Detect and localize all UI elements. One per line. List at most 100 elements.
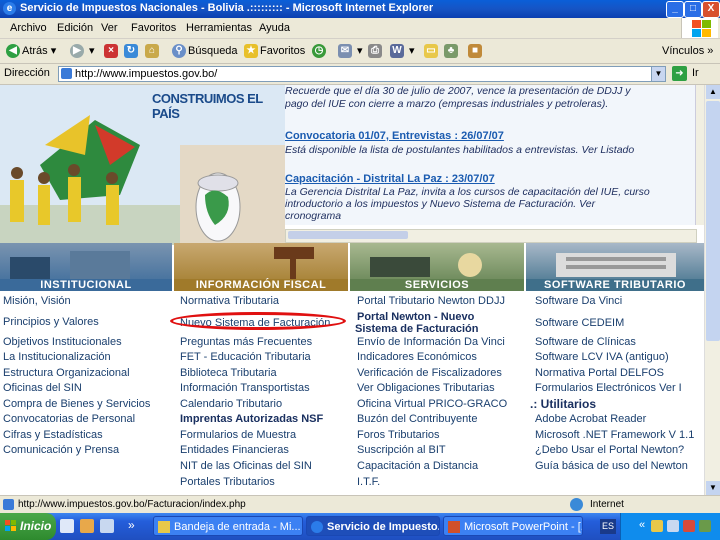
link-item[interactable]: Microsoft .NET Framework V 1.1 bbox=[535, 429, 694, 441]
scroll-thumb[interactable] bbox=[288, 231, 408, 239]
link-item[interactable]: Compra de Bienes y Servicios bbox=[3, 398, 150, 410]
scroll-thumb[interactable] bbox=[706, 101, 720, 341]
link-item[interactable]: Preguntas más Frecuentes bbox=[180, 336, 312, 348]
show-desktop-icon[interactable] bbox=[60, 519, 74, 533]
link-item[interactable]: Adobe Acrobat Reader bbox=[535, 413, 646, 425]
search-button[interactable]: ⚲ Búsqueda bbox=[172, 43, 238, 59]
link-item[interactable]: FET - Educación Tributaria bbox=[180, 351, 311, 363]
link-item[interactable]: Calendario Tributario bbox=[180, 398, 282, 410]
tray-icon-app[interactable] bbox=[699, 520, 711, 532]
history-button[interactable]: ◷ bbox=[312, 43, 328, 59]
link-item[interactable]: Sistema de Facturación bbox=[355, 323, 479, 335]
forward-button[interactable]: ▶ ▾ bbox=[70, 43, 95, 59]
link-item[interactable]: Capacitación a Distancia bbox=[357, 460, 478, 472]
tray-icon-network[interactable] bbox=[651, 520, 663, 532]
link-item[interactable]: Verificación de Fiscalizadores bbox=[357, 367, 502, 379]
link-item[interactable]: Software CEDEIM bbox=[535, 317, 624, 329]
close-button[interactable]: X bbox=[702, 1, 720, 18]
link-item[interactable]: Suscripción al BIT bbox=[357, 444, 446, 456]
quicklaunch-mail-icon[interactable] bbox=[100, 519, 114, 533]
link-item[interactable]: Imprentas Autorizadas NSF bbox=[180, 413, 323, 425]
research-icon: ■ bbox=[468, 44, 482, 59]
toolbar: ◀ Atrás ▾ ▶ ▾ × ↻ ⌂ ⚲ Búsqueda ★ Favoritos … bbox=[0, 39, 720, 64]
link-item[interactable]: Oficina Virtual PRICO-GRACO bbox=[357, 398, 507, 410]
link-item[interactable]: Formularios Electrónicos Ver I bbox=[535, 382, 682, 394]
link-item[interactable]: I.T.F. bbox=[357, 476, 380, 488]
back-button[interactable]: ◀ Atrás ▾ bbox=[6, 43, 56, 59]
refresh-button[interactable]: ↻ bbox=[124, 43, 140, 59]
link-item[interactable]: Software Da Vinci bbox=[535, 295, 622, 307]
link-item[interactable]: Buzón del Contribuyente bbox=[357, 413, 477, 425]
scroll-down-icon[interactable]: ▼ bbox=[706, 481, 720, 495]
link-item[interactable]: Oficinas del SIN bbox=[3, 382, 82, 394]
link-item[interactable]: La Institucionalización bbox=[3, 351, 111, 363]
start-button[interactable]: Inicio bbox=[0, 513, 56, 540]
link-item[interactable]: Portal Newton - Nuevo bbox=[357, 311, 474, 323]
link-item[interactable]: Portales Tributarios bbox=[180, 476, 275, 488]
link-item[interactable]: Foros Tributarios bbox=[357, 429, 440, 441]
minimize-button[interactable]: _ bbox=[666, 1, 684, 18]
link-item[interactable]: NIT de las Oficinas del SIN bbox=[180, 460, 312, 472]
menu-edicion[interactable]: Edición bbox=[57, 22, 93, 34]
favorites-button[interactable]: ★ Favoritos bbox=[244, 43, 305, 59]
link-item[interactable]: Biblioteca Tributaria bbox=[180, 367, 277, 379]
tray-icon-security[interactable] bbox=[683, 520, 695, 532]
link-item[interactable]: Guía básica de uso del Newton bbox=[535, 460, 688, 472]
quicklaunch-chevron-icon[interactable]: » bbox=[128, 518, 135, 532]
link-item[interactable]: Formularios de Muestra bbox=[180, 429, 296, 441]
menu-archivo[interactable]: Archivo bbox=[10, 22, 47, 34]
link-item[interactable]: Indicadores Económicos bbox=[357, 351, 477, 363]
task-servicio-impuestos[interactable]: Servicio de Impuesto... bbox=[306, 516, 440, 536]
link-item[interactable]: ¿Debo Usar el Portal Newton? bbox=[535, 444, 684, 456]
link-item[interactable]: Software de Clínicas bbox=[535, 336, 636, 348]
link-item[interactable]: Misión, Visión bbox=[3, 295, 71, 307]
task-powerpoint[interactable]: Microsoft PowerPoint - [... bbox=[443, 516, 583, 536]
link-item[interactable]: Estructura Organizacional bbox=[3, 367, 130, 379]
menu-ver[interactable]: Ver bbox=[101, 22, 118, 34]
maximize-button[interactable]: □ bbox=[684, 1, 702, 18]
news-scrollbar[interactable] bbox=[695, 85, 704, 225]
link-item[interactable]: Principios y Valores bbox=[3, 316, 99, 328]
print-button[interactable]: ⎙ bbox=[368, 43, 384, 59]
quicklaunch-ie-icon[interactable] bbox=[80, 519, 94, 533]
go-button[interactable]: Ir bbox=[692, 67, 699, 79]
link-item[interactable]: Normativa Tributaria bbox=[180, 295, 279, 307]
menu-ayuda[interactable]: Ayuda bbox=[259, 22, 290, 34]
link-item[interactable]: Ver Obligaciones Tributarias bbox=[357, 382, 495, 394]
discuss-button[interactable]: ▭ bbox=[424, 43, 440, 59]
stop-button[interactable]: × bbox=[104, 43, 120, 59]
link-item[interactable]: Objetivos Institucionales bbox=[3, 336, 122, 348]
link-item[interactable]: Información Transportistas bbox=[180, 382, 310, 394]
messenger-button[interactable]: ♣ bbox=[444, 43, 460, 59]
news-panel: Recuerde que el día 30 de julio de 2007,… bbox=[285, 85, 704, 225]
link-item[interactable]: Comunicación y Prensa bbox=[3, 444, 119, 456]
news-horizontal-scrollbar[interactable] bbox=[285, 229, 697, 243]
language-indicator[interactable]: ES bbox=[600, 519, 616, 534]
page-scrollbar[interactable]: ▲ ▼ bbox=[704, 85, 720, 495]
task-bandeja-entrada[interactable]: Bandeja de entrada - Mi... bbox=[153, 516, 303, 536]
link-item[interactable]: Entidades Financieras bbox=[180, 444, 289, 456]
menu-favoritos[interactable]: Favoritos bbox=[131, 22, 176, 34]
scroll-up-icon[interactable]: ▲ bbox=[706, 85, 720, 99]
menu-herramientas[interactable]: Herramientas bbox=[186, 22, 252, 34]
link-item[interactable]: Envío de Información Da Vinci bbox=[357, 336, 505, 348]
link-item[interactable]: Cifras y Estadísticas bbox=[3, 429, 103, 441]
links-button[interactable]: Vínculos » bbox=[662, 43, 713, 59]
link-item[interactable]: Normativa Portal DELFOS bbox=[535, 367, 664, 379]
link-item[interactable]: Convocatorias de Personal bbox=[3, 413, 135, 425]
home-button[interactable]: ⌂ bbox=[145, 43, 161, 59]
address-input[interactable]: http://www.impuestos.gov.bo/ ▼ bbox=[58, 66, 666, 82]
mail-button[interactable]: ✉ ▾ bbox=[338, 43, 363, 59]
page-icon bbox=[61, 68, 72, 79]
research-button[interactable]: ■ bbox=[468, 43, 484, 59]
news-headline-capacitacion[interactable]: Capacitación - Distrital La Paz : 23/07/… bbox=[285, 173, 495, 185]
title-bar[interactable]: e Servicio de Impuestos Nacionales - Bol… bbox=[0, 0, 720, 18]
link-item[interactable]: Software LCV IVA (antiguo) bbox=[535, 351, 669, 363]
address-dropdown-icon[interactable]: ▼ bbox=[651, 67, 665, 81]
link-item[interactable]: Portal Tributario Newton DDJJ bbox=[357, 295, 505, 307]
edit-button[interactable]: W ▾ bbox=[390, 43, 415, 59]
tray-icon-volume[interactable] bbox=[667, 520, 679, 532]
go-arrow-icon[interactable]: ➜ bbox=[672, 66, 687, 81]
news-headline-convocatoria[interactable]: Convocatoria 01/07, Entrevistas : 26/07/… bbox=[285, 130, 504, 142]
tray-expand-icon[interactable]: « bbox=[639, 519, 645, 531]
